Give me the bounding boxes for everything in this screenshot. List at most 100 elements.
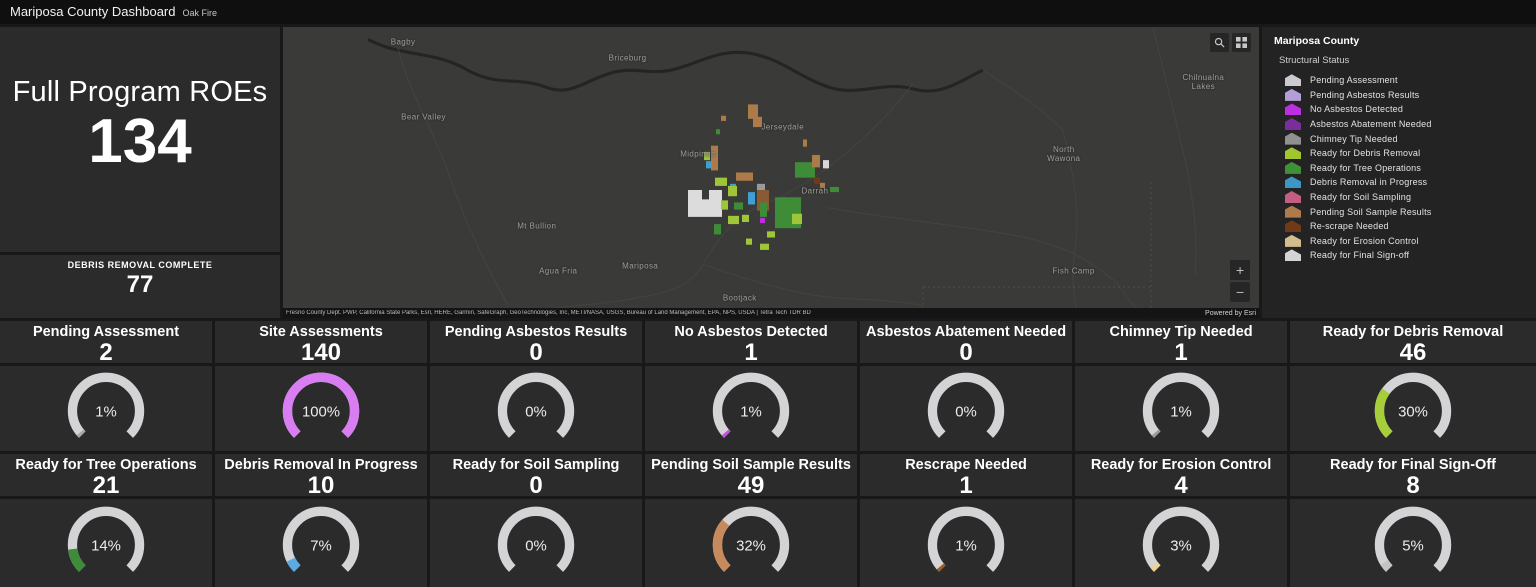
zoom-in-button[interactable]: + [1230, 260, 1250, 280]
legend-item: Ready for Final Sign-off [1285, 248, 1536, 263]
map-place-label: Agua Fria [539, 267, 577, 276]
legend-item: Re-scrape Needed [1285, 219, 1536, 234]
stat-title: Rescrape Needed [860, 457, 1072, 473]
map-place-label: Chilnualna Lakes [1182, 73, 1224, 91]
search-button[interactable] [1210, 33, 1229, 52]
legend-swatch-icon [1285, 191, 1301, 203]
gauge-arc: 30% [1366, 368, 1460, 450]
map-toolbar [1210, 33, 1251, 52]
gauge-panel: 30% [1290, 366, 1536, 451]
gauge-panel: 1% [860, 499, 1072, 587]
map-canvas[interactable]: BagbyBriceburgBear ValleyJerseydaleMidpi… [283, 27, 1259, 318]
stat-value: 1 [645, 340, 857, 363]
debris-complete-title: DEBRIS REMOVAL COMPLETE [0, 260, 280, 270]
svg-text:7%: 7% [310, 538, 332, 554]
legend-item-label: Pending Asbestos Results [1310, 90, 1419, 100]
legend-swatch-icon [1285, 147, 1301, 159]
svg-text:1%: 1% [1170, 404, 1192, 420]
legend-item: Ready for Erosion Control [1285, 234, 1536, 249]
gauge-arc: 1% [919, 502, 1013, 584]
legend-subtitle: Structural Status [1279, 55, 1536, 66]
full-program-roes-panel: Full Program ROEs 134 [0, 27, 280, 252]
svg-text:14%: 14% [91, 538, 121, 554]
map-place-label: Jerseydale [761, 123, 804, 132]
map-attribution-bar: Fresno County Dept. PWP, California Stat… [283, 308, 1259, 318]
gauge-panel: 1% [0, 366, 212, 451]
stat-panel: Chimney Tip Needed1 [1075, 321, 1287, 363]
stats-row-1: Pending Assessment2Site Assessments140Pe… [0, 321, 1536, 363]
stat-title: Ready for Erosion Control [1075, 457, 1287, 473]
stat-panel: No Asbestos Detected1 [645, 321, 857, 363]
svg-text:30%: 30% [1398, 404, 1428, 420]
debris-complete-value: 77 [0, 271, 280, 299]
zoom-out-button[interactable]: − [1230, 282, 1250, 302]
stat-value: 0 [860, 340, 1072, 363]
legend-swatch-icon [1285, 74, 1301, 86]
legend-item: No Asbestos Detected [1285, 102, 1536, 117]
full-program-title: Full Program ROEs [13, 76, 268, 109]
stat-panel: Site Assessments140 [215, 321, 427, 363]
stat-title: Pending Asbestos Results [430, 324, 642, 340]
map-place-label: North Wawona [1047, 145, 1080, 163]
stat-value: 0 [430, 473, 642, 496]
legend-swatch-icon [1285, 249, 1301, 261]
legend-swatch-icon [1285, 103, 1301, 115]
svg-text:0%: 0% [525, 538, 547, 554]
legend-swatch-icon [1285, 133, 1301, 145]
dashboard-app: Mariposa County Dashboard Oak Fire Full … [0, 0, 1536, 587]
gauge-arc: 5% [1366, 502, 1460, 584]
gauge-panel: 1% [645, 366, 857, 451]
stat-value: 8 [1290, 473, 1536, 496]
header-bar: Mariposa County Dashboard Oak Fire [0, 0, 1536, 24]
gauge-arc: 3% [1134, 502, 1228, 584]
map-place-label: Briceburg [609, 53, 647, 62]
gauge-panel: 100% [215, 366, 427, 451]
basemap-grid-icon [1236, 37, 1247, 48]
legend-panel: Mariposa County Structural Status Pendin… [1262, 27, 1536, 318]
stat-panel: Pending Assessment2 [0, 321, 212, 363]
map-place-label: Mt Bullion [517, 222, 556, 231]
gauge-panel: 3% [1075, 499, 1287, 587]
gauge-arc: 0% [489, 368, 583, 450]
legend-item: Ready for Tree Operations [1285, 161, 1536, 176]
gauge-arc: 100% [274, 368, 368, 450]
stat-title: Ready for Soil Sampling [430, 457, 642, 473]
stat-title: Chimney Tip Needed [1075, 324, 1287, 340]
map-place-label: Mariposa [622, 261, 658, 270]
main-row: Full Program ROEs 134 DEBRIS REMOVAL COM… [0, 27, 1536, 318]
gauges-row-2: 14% 7% 0% 32% 1% 3% 5% [0, 499, 1536, 587]
legend-swatch-icon [1285, 176, 1301, 188]
stat-panel: Ready for Debris Removal46 [1290, 321, 1536, 363]
legend-swatch-icon [1285, 220, 1301, 232]
gauge-arc: 0% [489, 502, 583, 584]
stat-panel: Ready for Final Sign-Off8 [1290, 454, 1536, 496]
stat-title: Pending Assessment [0, 324, 212, 340]
svg-text:32%: 32% [736, 538, 766, 554]
map-place-label: Bootjack [723, 293, 757, 302]
legend-item-label: No Asbestos Detected [1310, 104, 1403, 114]
stat-panel: Pending Soil Sample Results49 [645, 454, 857, 496]
gauge-panel: 5% [1290, 499, 1536, 587]
legend-item-label: Pending Assessment [1310, 75, 1398, 85]
legend-items: Pending Assessment Pending Asbestos Resul… [1274, 73, 1536, 263]
stat-title: Ready for Final Sign-Off [1290, 457, 1536, 473]
page-subtitle: Oak Fire [182, 8, 217, 18]
stat-panel: Asbestos Abatement Needed0 [860, 321, 1072, 363]
gauge-panel: 1% [1075, 366, 1287, 451]
stat-panel: Debris Removal In Progress10 [215, 454, 427, 496]
stat-title: Asbestos Abatement Needed [860, 324, 1072, 340]
basemap-button[interactable] [1232, 33, 1251, 52]
map-place-label: Darrah [801, 187, 828, 196]
gauge-arc: 0% [919, 368, 1013, 450]
stat-value: 1 [860, 473, 1072, 496]
svg-text:1%: 1% [740, 404, 762, 420]
legend-item: Ready for Debris Removal [1285, 146, 1536, 161]
legend-item: Pending Soil Sample Results [1285, 204, 1536, 219]
legend-title: Mariposa County [1274, 35, 1536, 47]
legend-swatch-icon [1285, 162, 1301, 174]
map-place-label: Bagby [391, 38, 416, 47]
powered-by-esri: Powered by Esri [1205, 310, 1256, 317]
legend-item-label: Ready for Tree Operations [1310, 163, 1421, 173]
svg-text:1%: 1% [95, 404, 117, 420]
gauge-panel: 0% [430, 366, 642, 451]
